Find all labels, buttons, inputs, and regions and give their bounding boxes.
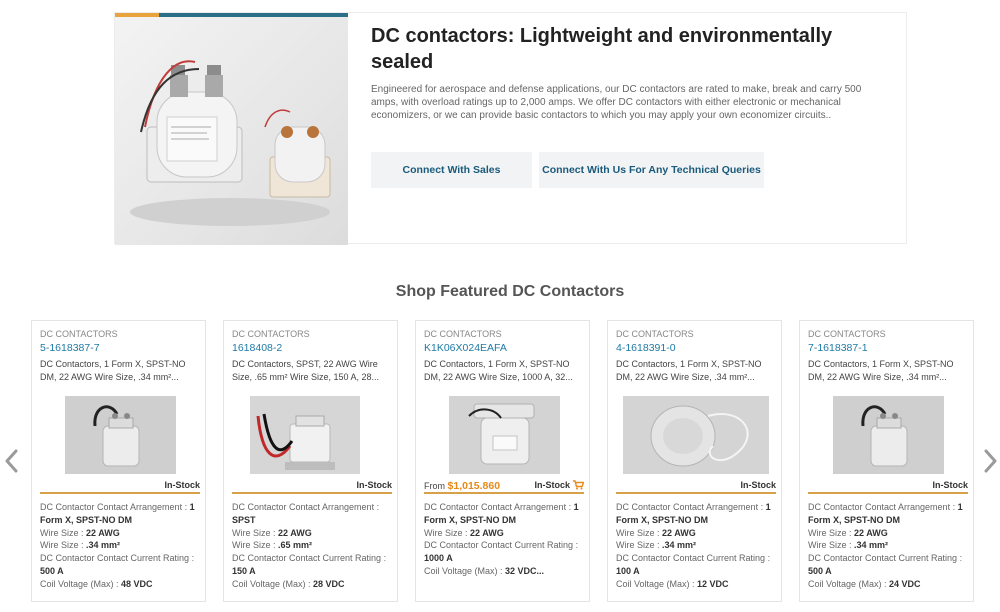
product-card[interactable]: DC CONTACTORS 7-1618387-1 DC Contactors,… [799, 320, 974, 602]
product-category: DC CONTACTORS [808, 329, 886, 339]
spec-value: 32 VDC... [505, 565, 545, 576]
product-image[interactable] [833, 396, 944, 474]
spec-value: 22 AWG [86, 527, 120, 538]
spec-label: Wire Size : [616, 527, 660, 538]
spec-label: DC Contactor Contact Arrangement : [232, 502, 380, 512]
cart-icon[interactable] [573, 480, 584, 490]
stock-status: In-Stock [740, 480, 776, 490]
product-part-number-link[interactable]: K1K06X024EAFA [424, 342, 507, 354]
spec-value: 22 AWG [278, 527, 312, 538]
spec-label: DC Contactor Contact Current Rating : [616, 553, 771, 564]
spec-label: Coil Voltage (Max) : [232, 578, 311, 589]
product-specs: DC Contactor Contact Arrangement : 1 For… [616, 501, 778, 591]
price-prefix: From [424, 481, 445, 491]
spec-value: 100 A [616, 565, 640, 576]
product-image[interactable] [65, 396, 176, 474]
spec-label: Wire Size : [232, 527, 276, 538]
spec-value: .34 mm² [662, 540, 697, 551]
spec-label: DC Contactor Contact Current Rating : [808, 553, 963, 564]
product-category: DC CONTACTORS [40, 329, 118, 339]
hero-product-image [115, 17, 348, 245]
product-image[interactable] [449, 396, 560, 474]
stock-status: In-Stock [164, 480, 200, 490]
spec-value: 22 AWG [854, 527, 888, 538]
spec-label: Coil Voltage (Max) : [808, 578, 887, 589]
product-part-number-link[interactable]: 5-1618387-7 [40, 342, 100, 354]
stock-status: In-Stock [932, 480, 968, 490]
product-card[interactable]: DC CONTACTORS 1618408-2 DC Contactors, S… [223, 320, 398, 602]
product-card[interactable]: DC CONTACTORS 4-1618391-0 DC Contactors,… [607, 320, 782, 602]
product-description: DC Contactors, 1 Form X, SPST-NO DM, 22 … [424, 359, 573, 382]
product-part-number-link[interactable]: 7-1618387-1 [808, 342, 868, 354]
connect-technical-button[interactable]: Connect With Us For Any Technical Querie… [539, 152, 764, 188]
spec-label: DC Contactor Contact Arrangement : [424, 502, 572, 512]
spec-label: Wire Size : [40, 540, 84, 551]
stock-status: In-Stock [356, 480, 392, 490]
stock-row: From $1,015.860 In-Stock [424, 478, 584, 494]
chevron-left-icon [5, 449, 18, 473]
spec-label: Coil Voltage (Max) : [40, 578, 119, 589]
stock-row: In-Stock [808, 478, 968, 494]
section-title: Shop Featured DC Contactors [395, 283, 625, 300]
product-price: From $1,015.860 [424, 480, 500, 492]
chevron-right-icon [984, 449, 997, 473]
spec-value: 28 VDC [313, 578, 345, 589]
product-specs: DC Contactor Contact Arrangement : SPST … [232, 501, 394, 591]
spec-value: 500 A [40, 565, 64, 576]
product-image[interactable] [623, 396, 769, 474]
product-specs: DC Contactor Contact Arrangement : 1 For… [808, 501, 970, 591]
stock-row: In-Stock [232, 478, 392, 494]
spec-value: 12 VDC [697, 578, 729, 589]
spec-label: DC Contactor Contact Current Rating : [424, 540, 579, 551]
spec-label: Wire Size : [808, 540, 852, 551]
spec-label: DC Contactor Contact Arrangement : [808, 502, 956, 512]
product-category: DC CONTACTORS [424, 329, 502, 339]
spec-label: DC Contactor Contact Current Rating : [40, 553, 195, 564]
spec-label: Coil Voltage (Max) : [616, 578, 695, 589]
product-description: DC Contactors, 1 Form X, SPST-NO DM, 22 … [40, 359, 186, 382]
stock-row: In-Stock [616, 478, 776, 494]
spec-label: Wire Size : [232, 540, 276, 551]
spec-value: 1000 A [424, 553, 453, 564]
product-category: DC CONTACTORS [232, 329, 310, 339]
spec-value: .34 mm² [854, 540, 889, 551]
product-description: DC Contactors, 1 Form X, SPST-NO DM, 22 … [808, 359, 954, 382]
product-specs: DC Contactor Contact Arrangement : 1 For… [40, 501, 202, 591]
spec-label: DC Contactor Contact Current Rating : [232, 553, 387, 564]
spec-value: SPST [232, 514, 256, 525]
connect-sales-button[interactable]: Connect With Sales [371, 152, 532, 188]
spec-value: 500 A [808, 565, 832, 576]
spec-label: Wire Size : [424, 527, 468, 538]
spec-label: Wire Size : [808, 527, 852, 538]
spec-value: 22 AWG [662, 527, 696, 538]
hero-title: DC contactors: Lightweight and environme… [371, 25, 833, 73]
spec-label: Coil Voltage (Max) : [424, 565, 503, 576]
spec-value: 22 AWG [470, 527, 504, 538]
spec-value: .65 mm² [278, 540, 313, 551]
spec-value: .34 mm² [86, 540, 121, 551]
price-value: $1,015.860 [447, 480, 501, 492]
hero-banner: DC contactors: Lightweight and environme… [114, 12, 907, 245]
product-card[interactable]: DC CONTACTORS 5-1618387-7 DC Contactors,… [31, 320, 206, 602]
spec-label: DC Contactor Contact Arrangement : [40, 502, 188, 512]
product-part-number-link[interactable]: 1618408-2 [232, 342, 282, 354]
product-card[interactable]: DC CONTACTORS K1K06X024EAFA DC Contactor… [415, 320, 590, 602]
carousel-prev-button[interactable] [3, 449, 21, 473]
spec-value: 150 A [232, 565, 256, 576]
product-description: DC Contactors, 1 Form X, SPST-NO DM, 22 … [616, 359, 762, 382]
spec-label: DC Contactor Contact Arrangement : [616, 502, 764, 512]
product-category: DC CONTACTORS [616, 329, 694, 339]
spec-value: 48 VDC [121, 578, 153, 589]
carousel-next-button[interactable] [981, 449, 999, 473]
product-part-number-link[interactable]: 4-1618391-0 [616, 342, 676, 354]
product-specs: DC Contactor Contact Arrangement : 1 For… [424, 501, 586, 578]
product-description: DC Contactors, SPST, 22 AWG Wire Size, .… [232, 359, 380, 382]
stock-status: In-Stock [534, 480, 570, 490]
product-image[interactable] [250, 396, 360, 474]
spec-label: Wire Size : [616, 540, 660, 551]
hero-description: Engineered for aerospace and defense app… [371, 84, 862, 121]
spec-value: 24 VDC [889, 578, 921, 589]
stock-row: In-Stock [40, 478, 200, 494]
spec-label: Wire Size : [40, 527, 84, 538]
